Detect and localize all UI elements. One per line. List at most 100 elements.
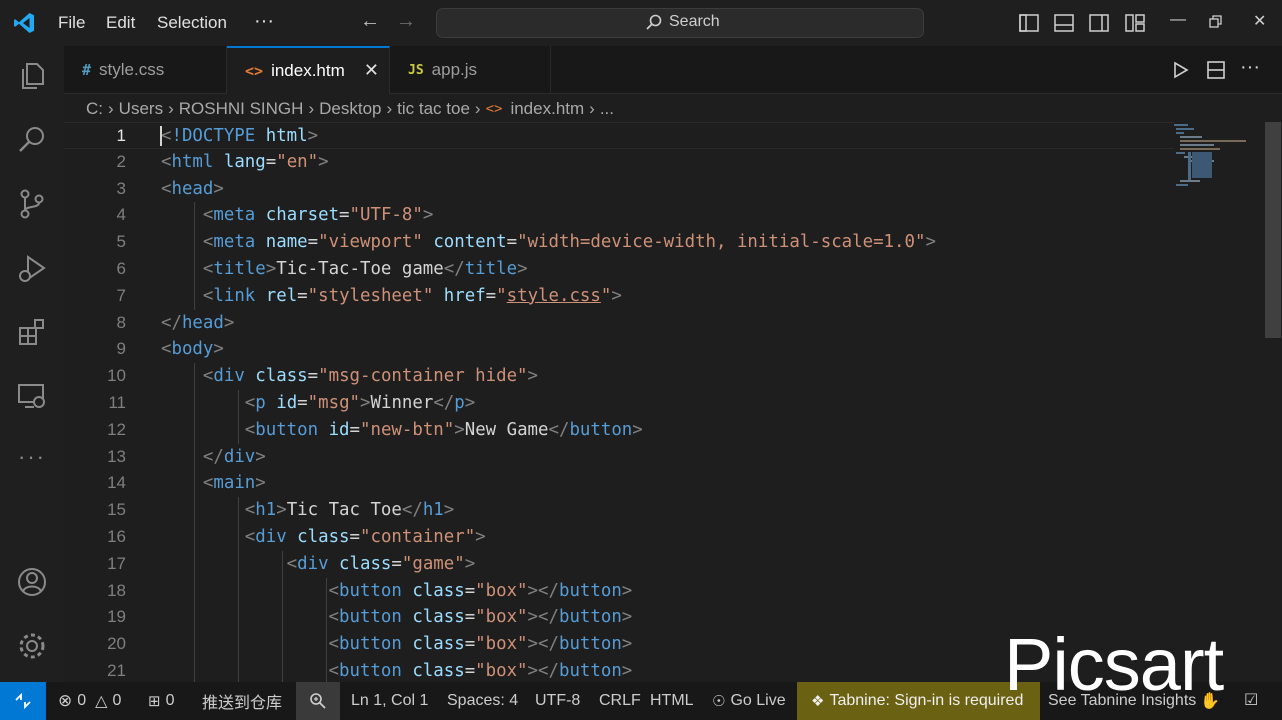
tab-label: style.css — [99, 60, 165, 79]
cursor-position[interactable]: Ln 1, Col 1 — [351, 682, 428, 720]
code-line[interactable]: 4 <meta charset="UTF-8"> — [64, 202, 1174, 229]
remote-explorer-icon[interactable] — [16, 380, 48, 412]
status-search-button[interactable] — [296, 682, 340, 720]
toggle-primary-sidebar-icon[interactable] — [1018, 12, 1040, 34]
manage-gear-icon[interactable] — [16, 630, 48, 662]
remote-icon — [15, 692, 31, 710]
tab-index-htm[interactable]: <> index.htm ✕ — [227, 46, 390, 94]
chevron-right-icon: › — [386, 99, 393, 118]
breadcrumb-desktop[interactable]: Desktop — [319, 99, 381, 119]
warning-count: 0 — [112, 692, 122, 709]
code-text: <body> — [161, 339, 224, 360]
close-tab-icon[interactable]: ✕ — [364, 60, 379, 81]
code-line[interactable]: 13 </div> — [64, 444, 1174, 471]
code-editor[interactable]: 1 <!DOCTYPE html> 2 <html lang="en"> 3 <head>… — [64, 122, 1282, 682]
close-window-icon[interactable]: ✕ — [1253, 11, 1266, 31]
scrollbar-thumb[interactable] — [1265, 122, 1281, 338]
code-text: <div class="msg-container hide"> — [202, 366, 539, 387]
breadcrumb-users[interactable]: Users — [119, 99, 163, 119]
code-text: <button class="box"></button> — [328, 607, 633, 628]
more-actions-icon[interactable]: ··· — [1240, 56, 1260, 79]
line-number: 12 — [107, 419, 126, 439]
tab-app-js[interactable]: JS app.js — [390, 46, 551, 94]
menu-edit[interactable]: Edit — [106, 13, 135, 33]
menu-selection[interactable]: Selection — [157, 13, 227, 33]
run-play-icon[interactable] — [1170, 60, 1190, 80]
forward-arrow-icon[interactable]: → — [396, 10, 416, 33]
line-number: 5 — [116, 232, 126, 252]
remote-indicator[interactable] — [0, 682, 46, 720]
warning-icon: △ — [95, 693, 108, 710]
zoom-icon — [310, 693, 326, 709]
code-text: </div> — [202, 446, 266, 467]
more-views-icon[interactable]: ··· — [18, 444, 46, 470]
menu-file[interactable]: File — [58, 13, 85, 33]
breadcrumb-folder[interactable]: tic tac toe — [397, 99, 470, 119]
push-button[interactable]: 推送到仓库 — [202, 682, 282, 720]
chevron-right-icon: › — [168, 99, 174, 118]
code-text: <p id="msg">Winner</p> — [244, 393, 476, 413]
notifications-bell-icon[interactable]: ☑ — [1244, 690, 1258, 710]
activity-bar: ··· — [0, 46, 64, 682]
restore-icon[interactable] — [1209, 15, 1223, 29]
breadcrumb-drive[interactable]: C: — [86, 99, 103, 119]
code-line[interactable]: 7 <link rel="stylesheet" href="style.css… — [64, 283, 1174, 310]
text-cursor — [160, 126, 162, 146]
broadcast-icon: ☉ — [712, 693, 726, 710]
code-line[interactable]: 3 <head> — [64, 176, 1174, 203]
minimap[interactable] — [1174, 122, 1260, 192]
code-line[interactable]: 1 <!DOCTYPE html> — [64, 122, 1174, 149]
code-line[interactable]: 8 </head> — [64, 310, 1174, 337]
code-text: <!DOCTYPE html> — [161, 126, 319, 146]
problems-indicator[interactable]: ⊗ 0 △ 0 — [58, 682, 121, 720]
breadcrumb-symbols[interactable]: ... — [600, 99, 614, 119]
code-text: <div class="container"> — [244, 527, 486, 547]
search-icon — [646, 14, 662, 30]
search-placeholder: Search — [669, 13, 720, 30]
search-icon[interactable] — [16, 124, 48, 156]
chevron-right-icon: › — [474, 99, 481, 118]
code-line[interactable]: 9 <body> — [64, 336, 1174, 363]
line-number: 21 — [107, 661, 126, 680]
minimize-icon[interactable]: — — [1170, 11, 1186, 29]
back-arrow-icon[interactable]: ← — [360, 10, 380, 33]
accounts-icon[interactable] — [16, 566, 48, 598]
breadcrumb-file[interactable]: index.htm — [510, 99, 584, 119]
toggle-secondary-sidebar-icon[interactable] — [1088, 12, 1110, 34]
code-line[interactable]: 6 <title>Tic-Tac-Toe game</title> — [64, 256, 1174, 283]
code-line[interactable]: 5 <meta name="viewport" content="width=d… — [64, 229, 1174, 256]
tab-style-css[interactable]: # style.css — [64, 46, 227, 94]
explorer-icon[interactable] — [16, 60, 48, 92]
indentation[interactable]: Spaces: 4 — [447, 682, 518, 720]
go-live-label: Go Live — [730, 692, 786, 709]
breadcrumb-user[interactable]: ROSHNI SINGH — [179, 99, 304, 119]
source-control-icon[interactable] — [16, 188, 48, 220]
split-editor-icon[interactable] — [1206, 60, 1226, 80]
customize-layout-icon[interactable] — [1124, 12, 1146, 34]
encoding[interactable]: UTF-8 — [535, 682, 580, 720]
line-number: 4 — [116, 205, 126, 225]
code-line[interactable]: 16 <div class="container"> — [64, 524, 1174, 551]
error-icon: ⊗ — [58, 691, 73, 710]
picsart-watermark: Picsart — [1004, 623, 1224, 706]
ports-indicator[interactable]: ⊞ 0 — [148, 682, 174, 720]
command-center-search[interactable]: Search — [436, 8, 924, 38]
code-line[interactable]: 2 <html lang="en"> — [64, 149, 1174, 176]
language-mode[interactable]: HTML — [650, 682, 694, 720]
code-line[interactable]: 10 <div class="msg-container hide"> — [64, 363, 1174, 390]
code-line[interactable]: 15 <h1>Tic Tac Toe</h1> — [64, 497, 1174, 524]
code-line[interactable]: 12 <button id="new-btn">New Game</button… — [64, 417, 1174, 444]
code-line[interactable]: 18 <button class="box"></button> — [64, 578, 1174, 605]
code-text: <button class="box"></button> — [328, 661, 633, 681]
code-line[interactable]: 14 <main> — [64, 470, 1174, 497]
line-number: 11 — [108, 393, 126, 412]
run-debug-icon[interactable] — [16, 252, 48, 284]
go-live-button[interactable]: ☉ Go Live — [712, 682, 786, 720]
menu-more[interactable]: ··· — [254, 10, 274, 33]
extensions-icon[interactable] — [16, 316, 48, 348]
code-line[interactable]: 11 <p id="msg">Winner</p> — [64, 390, 1174, 417]
toggle-panel-icon[interactable] — [1053, 12, 1075, 34]
html-file-icon: <> — [245, 62, 264, 80]
code-line[interactable]: 17 <div class="game"> — [64, 551, 1174, 578]
end-of-line[interactable]: CRLF — [599, 682, 641, 720]
